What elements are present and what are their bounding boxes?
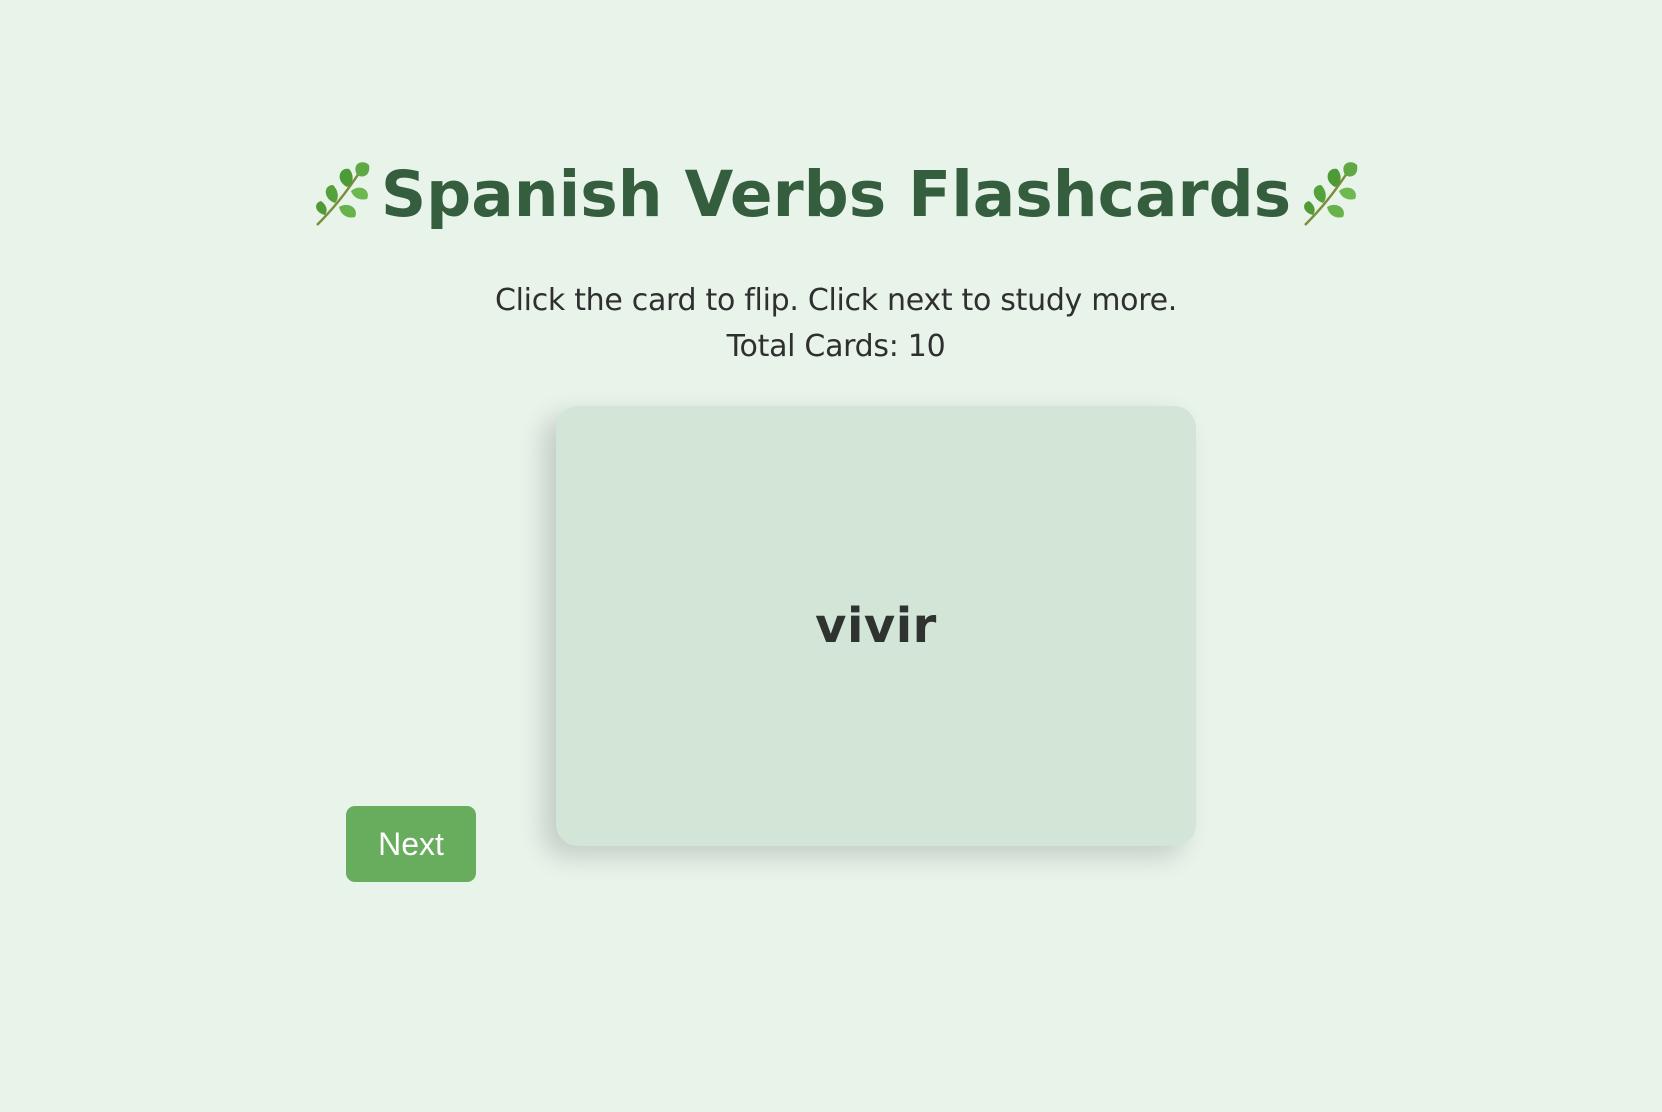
title-text: Spanish Verbs Flashcards	[380, 158, 1292, 231]
flashcard[interactable]: vivir	[556, 406, 1196, 846]
card-counter: Total Cards: 10	[726, 329, 946, 364]
page-title: Spanish Verbs Flashcards	[0, 150, 1662, 240]
flashcard-word: vivir	[815, 598, 937, 654]
flashcards-page: Spanish Verbs Flashcards Click the card …	[0, 0, 1662, 1112]
herb-leaf-icon	[1304, 162, 1358, 226]
instructions-text: Click the card to flip. Click next to st…	[494, 283, 1177, 318]
next-button[interactable]: Next	[346, 806, 476, 882]
herb-leaf-icon	[315, 162, 370, 226]
